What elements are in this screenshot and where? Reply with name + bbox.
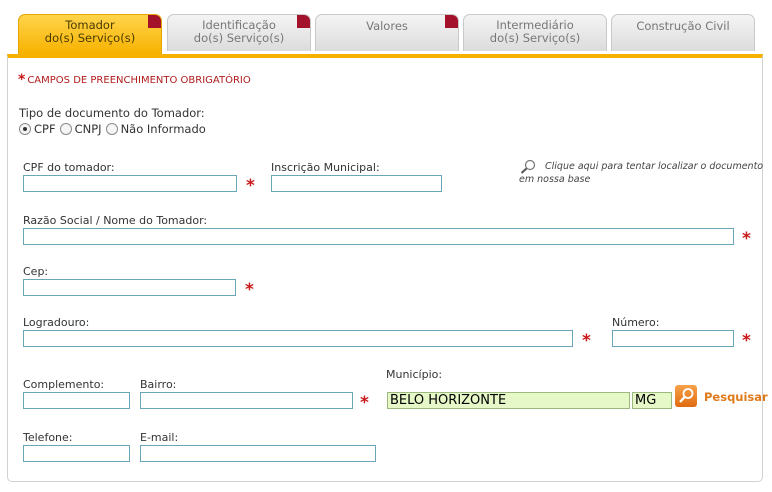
tab-identificacao-line2: do(s) Serviço(s) <box>193 31 285 45</box>
bairro-label: Bairro: <box>140 378 177 391</box>
telefone-input[interactable] <box>23 445 130 462</box>
doc-type-label: Tipo de documento do Tomador: <box>19 106 205 120</box>
tab-corner-marker <box>148 15 161 28</box>
required-star-icon: * <box>742 331 751 351</box>
logradouro-label: Logradouro: <box>23 316 90 329</box>
required-star-icon: * <box>582 331 591 351</box>
required-star-icon: * <box>360 393 369 413</box>
email-input[interactable] <box>140 445 376 462</box>
tab-identificacao[interactable]: Identificação do(s) Serviço(s) <box>167 14 311 51</box>
required-note-text: CAMPOS DE PREENCHIMENTO OBRIGATÓRIO <box>27 75 251 86</box>
radio-cpf-label: CPF <box>34 122 56 136</box>
radio-cpf[interactable] <box>19 123 31 135</box>
cpf-label: CPF do tomador: <box>23 161 115 174</box>
required-star-icon: * <box>245 280 254 300</box>
cep-input[interactable] <box>23 279 236 296</box>
tab-valores[interactable]: Valores <box>315 14 459 51</box>
tab-intermediario[interactable]: Intermediário do(s) Serviço(s) <box>463 14 607 51</box>
cep-label: Cep: <box>23 265 49 278</box>
tab-construcao-civil-line1: Construção Civil <box>636 19 730 33</box>
telefone-label: Telefone: <box>23 431 73 444</box>
pesquisar-link[interactable]: Pesquisar <box>704 390 768 404</box>
radio-cnpj[interactable] <box>59 123 72 135</box>
tab-tomador[interactable]: Tomador do(s) Serviço(s) <box>18 14 162 54</box>
municipio-input[interactable]: BELO HORIZONTE <box>387 392 630 409</box>
razao-social-input[interactable] <box>23 228 734 245</box>
doc-type-radio-group: CPF CNPJ Não Informado <box>19 122 210 136</box>
radio-nao-informado-label: Não Informado <box>120 122 206 136</box>
search-hint-link[interactable]: Clique aqui para tentar localizar o docu… <box>519 160 764 186</box>
numero-input[interactable] <box>612 330 734 347</box>
inscricao-input[interactable] <box>271 175 442 192</box>
pesquisar-button[interactable] <box>675 385 697 407</box>
complemento-label: Complemento: <box>23 378 105 391</box>
bairro-input[interactable] <box>140 392 353 409</box>
required-star-icon: * <box>18 72 26 88</box>
required-fields-note: * CAMPOS DE PREENCHIMENTO OBRIGATÓRIO <box>18 72 251 88</box>
tab-tomador-line2: do(s) Serviço(s) <box>44 31 136 45</box>
logradouro-input[interactable] <box>23 330 573 347</box>
email-label: E-mail: <box>140 431 179 444</box>
tab-bar: Tomador do(s) Serviço(s) Identificação d… <box>18 14 764 54</box>
search-icon <box>679 388 694 403</box>
razao-social-label: Razão Social / Nome do Tomador: <box>23 214 208 227</box>
inscricao-label: Inscrição Municipal: <box>271 161 380 174</box>
tab-corner-marker <box>445 15 458 28</box>
tab-construcao-civil[interactable]: Construção Civil <box>611 14 755 51</box>
required-star-icon: * <box>246 176 255 196</box>
municipio-label: Município: <box>386 368 443 381</box>
tab-valores-line1: Valores <box>366 19 408 33</box>
radio-cnpj-label: CNPJ <box>74 122 102 136</box>
required-star-icon: * <box>742 229 751 249</box>
complemento-input[interactable] <box>23 392 130 409</box>
uf-input[interactable]: MG <box>632 392 672 409</box>
numero-label: Número: <box>612 316 660 329</box>
radio-nao-informado[interactable] <box>105 123 118 135</box>
cpf-input[interactable] <box>23 175 237 192</box>
tab-corner-marker <box>297 15 310 28</box>
tab-intermediario-line2: do(s) Serviço(s) <box>489 31 581 45</box>
